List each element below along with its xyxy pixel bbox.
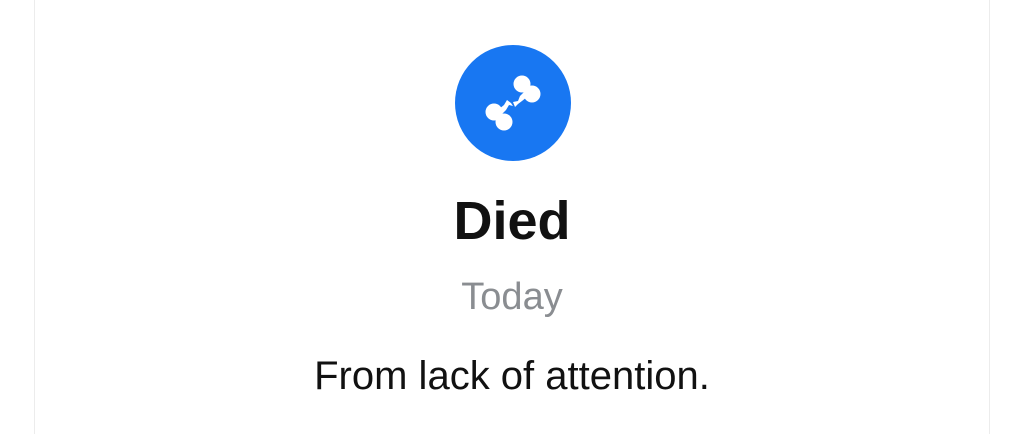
life-event-icon-badge xyxy=(455,45,571,161)
event-description: From lack of attention. xyxy=(314,354,710,398)
broken-bone-icon xyxy=(485,75,541,131)
event-title: Died xyxy=(453,191,571,251)
event-date: Today xyxy=(461,276,563,318)
